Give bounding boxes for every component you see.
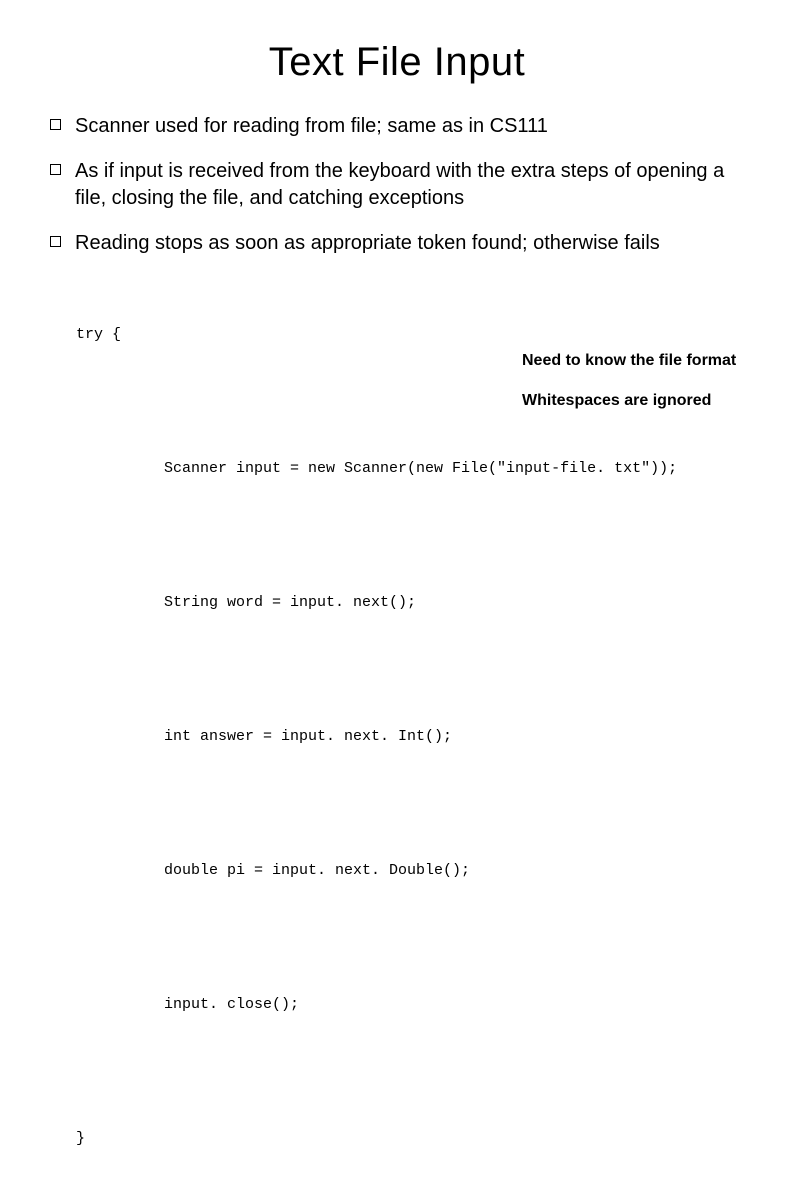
slide-content: Text File Input Scanner used for reading… xyxy=(0,0,794,1190)
bullet-item: As if input is received from the keyboar… xyxy=(50,158,744,212)
square-bullet-icon xyxy=(50,236,61,247)
code-line: int answer = input. next. Int(); xyxy=(76,725,744,749)
code-line: Scanner input = new Scanner(new File("in… xyxy=(76,457,744,481)
code-line: input. close(); xyxy=(76,993,744,1017)
square-bullet-icon xyxy=(50,119,61,130)
code-line: try { xyxy=(76,323,744,347)
annotation-text: Need to know the file format xyxy=(522,352,782,370)
code-line: double pi = input. next. Double(); xyxy=(76,859,744,883)
bullet-item: Reading stops as soon as appropriate tok… xyxy=(50,230,744,257)
bullet-list: Scanner used for reading from file; same… xyxy=(50,113,744,257)
square-bullet-icon xyxy=(50,164,61,175)
annotation-text: Whitespaces are ignored xyxy=(522,392,782,410)
bullet-item: Scanner used for reading from file; same… xyxy=(50,113,744,140)
annotation-block: Need to know the file format Whitespaces… xyxy=(522,352,782,432)
bullet-text: Reading stops as soon as appropriate tok… xyxy=(75,230,660,257)
bullet-text: As if input is received from the keyboar… xyxy=(75,158,744,212)
slide-title: Text File Input xyxy=(50,40,744,85)
code-line: } xyxy=(76,1127,744,1151)
bullet-text: Scanner used for reading from file; same… xyxy=(75,113,548,140)
